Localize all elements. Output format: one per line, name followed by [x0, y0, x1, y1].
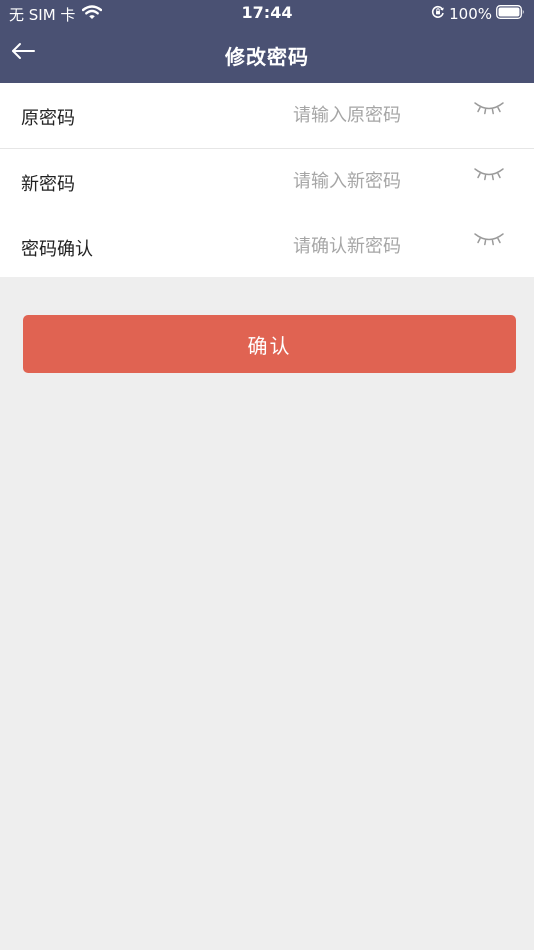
change-password-screen: 无 SIM 卡 17:44 100% 修改密码 原密码 新密码 密码确认 确认: [0, 0, 534, 950]
orientation-lock-icon: [431, 5, 445, 23]
confirm-button[interactable]: 确认: [23, 315, 516, 373]
nav-bar: 修改密码: [0, 28, 534, 83]
old-password-row: 原密码: [0, 83, 534, 149]
password-form: 原密码 新密码 密码确认: [0, 83, 534, 277]
confirm-password-input[interactable]: [262, 231, 432, 261]
old-password-label: 原密码: [21, 108, 75, 129]
eye-closed-icon: [473, 99, 505, 121]
new-password-label: 新密码: [21, 174, 75, 195]
battery-icon: [496, 5, 525, 23]
old-password-input[interactable]: [262, 100, 432, 130]
confirm-password-row: 密码确认: [0, 214, 534, 279]
old-password-visibility-toggle[interactable]: [471, 98, 507, 122]
status-right: 100%: [431, 4, 525, 24]
page-title: 修改密码: [225, 45, 309, 69]
new-password-visibility-toggle[interactable]: [471, 164, 507, 188]
new-password-input[interactable]: [262, 166, 432, 196]
new-password-row: 新密码: [0, 149, 534, 214]
battery-percent: 100%: [449, 5, 492, 23]
eye-closed-icon: [473, 165, 505, 187]
confirm-password-label: 密码确认: [21, 239, 93, 260]
status-bar: 无 SIM 卡 17:44 100%: [0, 0, 534, 28]
confirm-password-visibility-toggle[interactable]: [471, 229, 507, 253]
header: 无 SIM 卡 17:44 100% 修改密码: [0, 0, 534, 83]
eye-closed-icon: [473, 230, 505, 252]
